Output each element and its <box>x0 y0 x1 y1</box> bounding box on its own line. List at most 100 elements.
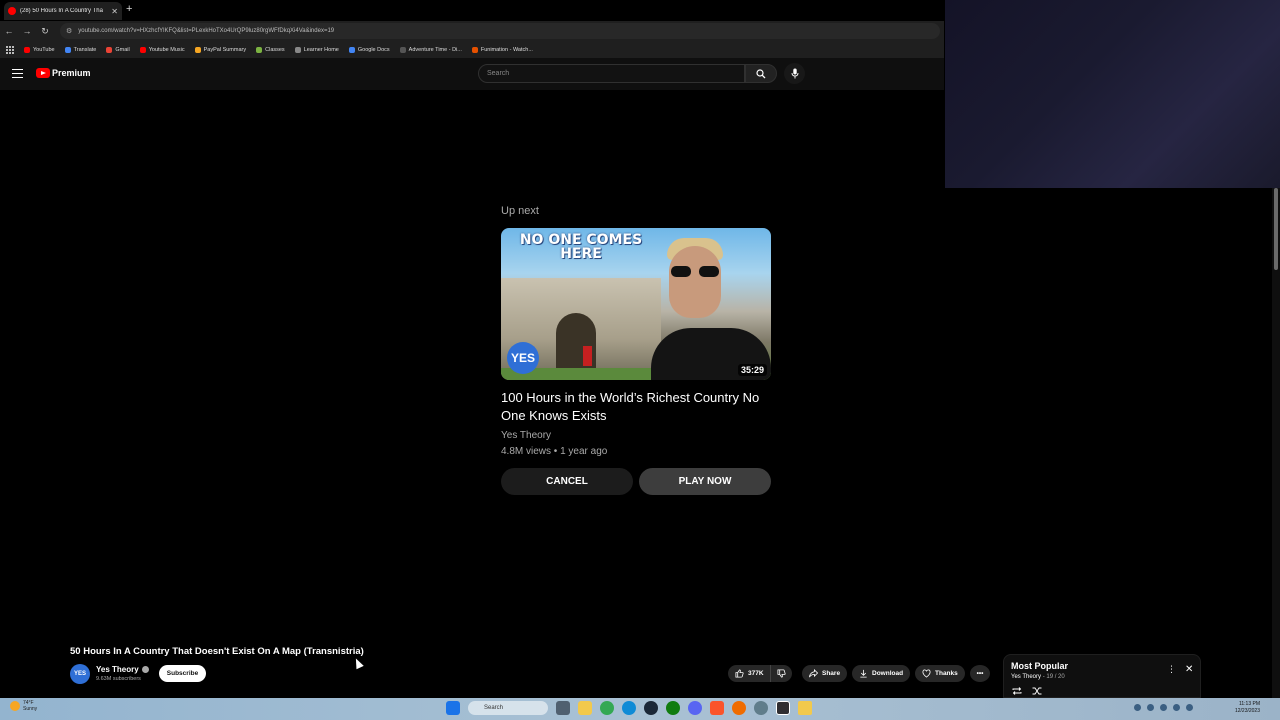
bookmark-favicon-icon <box>106 46 113 53</box>
webcam-overlay <box>945 0 1280 188</box>
cloud-icon[interactable] <box>1147 704 1154 711</box>
steam-icon[interactable] <box>644 701 658 715</box>
settings-icon[interactable] <box>754 701 768 715</box>
subscribe-button[interactable]: Subscribe <box>159 665 206 682</box>
playlist-subtitle: Yes Theory - 19 / 20 <box>1011 674 1065 680</box>
chrome-icon[interactable] <box>600 701 614 715</box>
bookmark-label: Translate <box>73 46 97 53</box>
browser-tabstrip: (28) 50 Hours In A Country Tha ✕ + <box>0 0 944 21</box>
warning-icon[interactable] <box>798 701 812 715</box>
bookmark-label: Classes <box>265 46 285 53</box>
loop-icon[interactable] <box>1012 687 1022 695</box>
hamburger-menu-icon[interactable] <box>12 69 23 78</box>
page-scrollbar[interactable] <box>1272 188 1280 698</box>
scrollbar-thumb[interactable] <box>1274 188 1278 270</box>
start-icon[interactable] <box>446 701 460 715</box>
clock[interactable]: 11:13 PM 12/23/2023 <box>1235 701 1260 715</box>
like-count: 377K <box>748 670 764 677</box>
xbox-icon[interactable] <box>666 701 680 715</box>
bookmark-item[interactable]: YouTube <box>24 46 55 53</box>
search-button[interactable] <box>745 64 777 83</box>
share-group: Share <box>802 665 848 682</box>
thumbnail-person-head <box>669 246 721 318</box>
volume-icon[interactable] <box>1173 704 1180 711</box>
more-actions-button[interactable]: ••• <box>970 665 990 682</box>
bookmark-item[interactable]: Gmail <box>106 46 130 53</box>
logo-text: Premium <box>52 68 91 78</box>
channel-name[interactable]: Yes Theory <box>96 665 149 674</box>
bookmark-item[interactable]: Google Docs <box>348 46 390 53</box>
youtube-header: Premium Search <box>0 58 944 90</box>
bookmark-item[interactable]: Classes <box>256 46 285 53</box>
bookmark-favicon-icon <box>64 46 71 53</box>
bookmark-item[interactable]: Learner Home <box>294 46 339 53</box>
address-bar[interactable]: ⚙ youtube.com/watch?v=HXzhcfYlKFQ&list=P… <box>60 23 940 39</box>
discord-icon[interactable] <box>688 701 702 715</box>
cancel-button[interactable]: CANCEL <box>501 468 633 495</box>
bookmark-item[interactable]: Translate <box>64 46 97 53</box>
like-button[interactable]: 377K <box>728 665 770 682</box>
bookmark-item[interactable]: Funimation - Watch... <box>471 46 533 53</box>
download-button[interactable]: Download <box>852 665 911 682</box>
site-info-icon[interactable]: ⚙ <box>66 27 72 35</box>
task-view-icon[interactable] <box>556 701 570 715</box>
search-input[interactable]: Search <box>478 64 745 83</box>
bookmark-item[interactable]: PayPal Summary <box>194 46 246 53</box>
taskbar-apps: Search <box>446 701 820 715</box>
playlist-more-icon[interactable]: ⋮ <box>1167 664 1176 675</box>
dislike-button[interactable] <box>769 665 792 682</box>
up-next-thumbnail[interactable]: NO ONE COMES HERE YES 35:29 <box>501 228 771 380</box>
file-explorer-icon[interactable] <box>578 701 592 715</box>
playlist-channel: Yes Theory <box>1011 674 1042 680</box>
channel-avatar[interactable]: YES <box>70 664 90 684</box>
bookmark-item[interactable]: Youtube Music <box>139 46 185 53</box>
bookmark-favicon-icon <box>294 46 301 53</box>
verified-icon <box>141 666 149 673</box>
bookmark-favicon-icon <box>471 46 478 53</box>
wifi-icon[interactable] <box>1134 704 1141 711</box>
channel-name-text: Yes Theory <box>96 665 139 674</box>
voice-search-button[interactable] <box>784 63 805 84</box>
up-next-channel: Yes Theory <box>501 430 552 441</box>
shuffle-icon[interactable] <box>1032 687 1042 695</box>
battery-icon[interactable] <box>1186 704 1193 711</box>
share-label: Share <box>822 670 841 677</box>
youtube-premium-logo[interactable]: Premium <box>36 68 91 78</box>
video-title: 50 Hours In A Country That Doesn't Exist… <box>70 646 364 657</box>
download-label: Download <box>872 670 904 677</box>
thumbs-down-icon <box>777 669 786 678</box>
thanks-group: Thanks <box>915 665 965 682</box>
bookmarks-bar: YouTube Translate Gmail Youtube Music PayPal… <box>0 41 944 58</box>
download-icon <box>860 669 867 678</box>
browser-tab[interactable]: (28) 50 Hours In A Country Tha ✕ <box>4 2 122 20</box>
back-icon[interactable]: ← <box>0 26 18 36</box>
bookmark-favicon-icon <box>348 46 355 53</box>
obs-icon[interactable] <box>776 701 790 715</box>
network-icon[interactable] <box>1160 704 1167 711</box>
playlist-title[interactable]: Most Popular <box>1011 661 1068 671</box>
bookmark-item[interactable]: Adventure Time - Di... <box>399 46 462 53</box>
apps-grid-icon[interactable] <box>6 45 14 54</box>
reload-icon[interactable]: ↻ <box>36 26 54 37</box>
weather-widget[interactable]: 74°F Sunny <box>10 700 37 712</box>
up-next-title[interactable]: 100 Hours in the World’s Richest Country… <box>501 389 776 425</box>
brave-icon[interactable] <box>710 701 724 715</box>
thanks-label: Thanks <box>935 670 958 677</box>
forward-icon[interactable]: → <box>18 26 36 36</box>
youtube-play-logo-icon <box>36 68 50 78</box>
more-dots-icon: ••• <box>976 670 984 677</box>
new-tab-button[interactable]: + <box>126 3 132 15</box>
tab-close-icon[interactable]: ✕ <box>111 7 118 16</box>
like-dislike-group: 377K <box>728 665 792 682</box>
share-icon <box>809 669 818 678</box>
thanks-button[interactable]: Thanks <box>915 665 965 682</box>
more-group: ••• <box>970 665 990 682</box>
playlist-close-icon[interactable]: ✕ <box>1185 664 1193 675</box>
app-icon[interactable] <box>732 701 746 715</box>
share-button[interactable]: Share <box>802 665 848 682</box>
taskbar-search[interactable]: Search <box>468 701 548 715</box>
edge-icon[interactable] <box>622 701 636 715</box>
bookmark-favicon-icon <box>194 46 201 53</box>
play-now-button[interactable]: PLAY NOW <box>639 468 771 495</box>
microphone-icon <box>791 68 798 79</box>
